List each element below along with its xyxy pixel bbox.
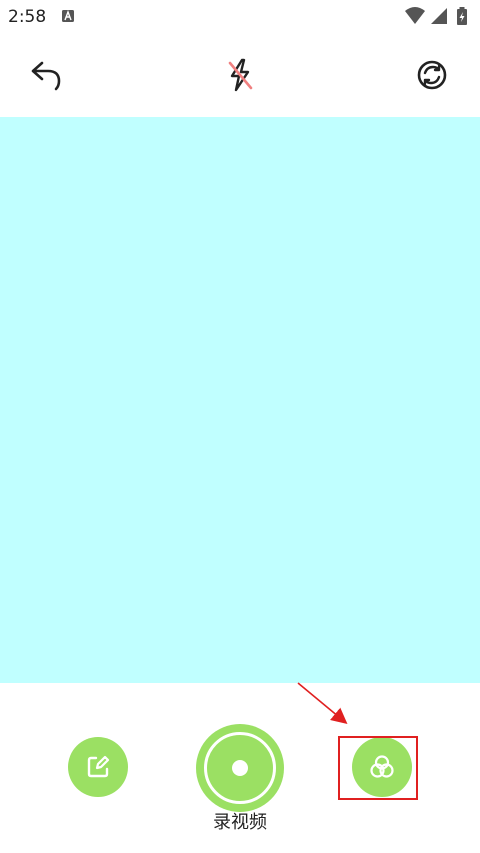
camera-top-bar: [0, 34, 480, 117]
highlight-box: [338, 736, 418, 800]
flash-toggle-button[interactable]: [218, 53, 262, 97]
edit-icon: [87, 755, 110, 778]
record-dot: [232, 760, 248, 776]
camera-preview[interactable]: [0, 117, 480, 683]
wifi-icon: [405, 7, 425, 24]
switch-camera-icon: [417, 60, 447, 90]
camera-bottom-bar: 录视频: [0, 683, 480, 853]
a-badge-icon: [62, 10, 74, 22]
battery-charging-icon: [457, 7, 467, 25]
back-button[interactable]: [24, 53, 68, 97]
record-video-label: 录视频: [213, 812, 267, 833]
system-icons: [404, 6, 474, 26]
flash-off-icon: [228, 58, 253, 92]
status-time: 2:58: [8, 7, 47, 27]
back-icon: [31, 61, 61, 91]
record-video-button[interactable]: [196, 724, 284, 812]
status-bar: 2:58: [0, 0, 480, 34]
signal-icon: [431, 8, 447, 24]
edit-button[interactable]: [68, 737, 128, 797]
switch-camera-button[interactable]: [410, 53, 454, 97]
